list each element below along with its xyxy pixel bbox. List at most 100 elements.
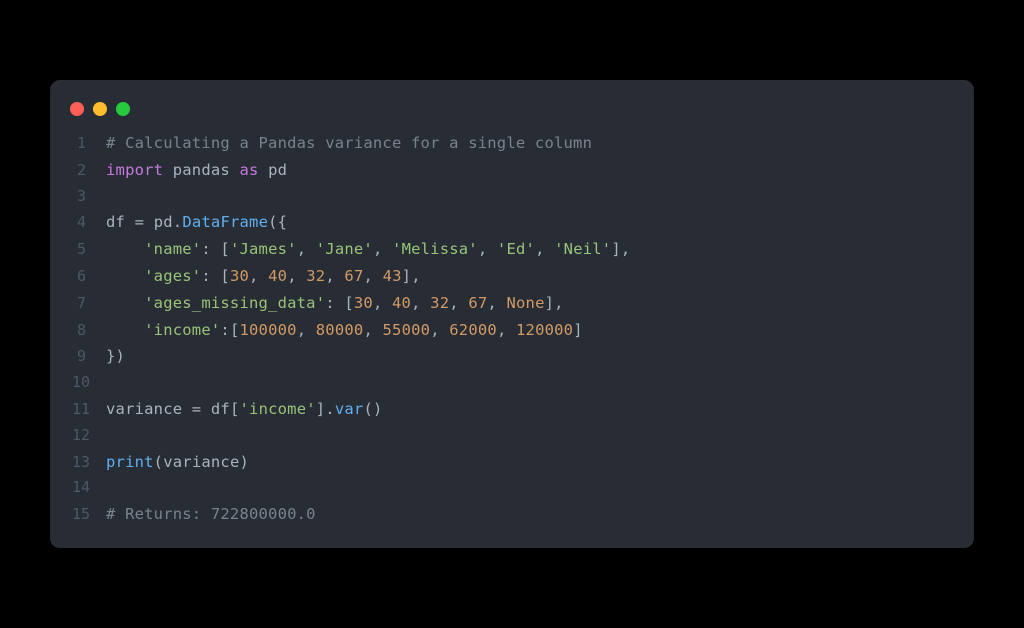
- code-content: df = pd.DataFrame({: [106, 209, 287, 236]
- line-number: 9: [72, 344, 106, 370]
- close-icon[interactable]: [70, 102, 84, 116]
- code-token: =: [192, 400, 211, 418]
- code-content: 'name': ['James', 'Jane', 'Melissa', 'Ed…: [106, 236, 630, 263]
- line-number: 6: [72, 264, 106, 290]
- code-token: :[: [220, 321, 239, 339]
- code-token: 'income': [144, 321, 220, 339]
- line-number: 13: [72, 450, 106, 476]
- code-line: 9}): [72, 343, 952, 370]
- line-number: 12: [72, 423, 106, 449]
- code-content: 'income':[100000, 80000, 55000, 62000, 1…: [106, 317, 583, 344]
- code-token: variance: [163, 453, 239, 471]
- code-token: ],: [402, 267, 421, 285]
- line-number: 1: [72, 131, 106, 157]
- line-number: 15: [72, 502, 106, 528]
- line-number: 5: [72, 237, 106, 263]
- code-token: import: [106, 161, 163, 179]
- code-token: 67: [344, 267, 363, 285]
- code-token: [106, 240, 144, 258]
- code-token: 30: [230, 267, 249, 285]
- code-token: 67: [468, 294, 487, 312]
- code-token: ): [239, 453, 249, 471]
- code-token: [: [230, 400, 240, 418]
- code-token: [106, 294, 144, 312]
- code-token: 'ages': [144, 267, 201, 285]
- code-token: DataFrame: [182, 213, 268, 231]
- code-line: 3: [72, 184, 952, 210]
- code-token: print: [106, 453, 154, 471]
- code-content: 'ages_missing_data': [30, 40, 32, 67, No…: [106, 290, 564, 317]
- code-line: 5 'name': ['James', 'Jane', 'Melissa', '…: [72, 236, 952, 263]
- code-token: : [: [201, 240, 230, 258]
- code-token: ,: [411, 294, 430, 312]
- code-token: =: [135, 213, 154, 231]
- code-token: : [: [325, 294, 354, 312]
- code-content: # Returns: 722800000.0: [106, 501, 316, 528]
- code-token: df: [211, 400, 230, 418]
- code-token: var: [335, 400, 364, 418]
- code-token: [106, 321, 144, 339]
- code-token: ,: [287, 267, 306, 285]
- code-area: 1# Calculating a Pandas variance for a s…: [50, 130, 974, 528]
- code-line: 15# Returns: 722800000.0: [72, 501, 952, 528]
- code-token: 80000: [316, 321, 364, 339]
- code-token: }): [106, 347, 125, 365]
- code-line: 12: [72, 423, 952, 449]
- code-token: 100000: [239, 321, 296, 339]
- code-line: 11variance = df['income'].var(): [72, 396, 952, 423]
- minimize-icon[interactable]: [93, 102, 107, 116]
- code-token: # Calculating a Pandas variance for a si…: [106, 134, 592, 152]
- code-content: import pandas as pd: [106, 157, 287, 184]
- code-token: ,: [430, 321, 449, 339]
- code-token: ,: [373, 294, 392, 312]
- code-token: 40: [268, 267, 287, 285]
- code-token: ],: [545, 294, 564, 312]
- code-token: ({: [268, 213, 287, 231]
- line-number: 8: [72, 318, 106, 344]
- code-content: # Calculating a Pandas variance for a si…: [106, 130, 592, 157]
- code-token: : [: [201, 267, 230, 285]
- code-token: 43: [383, 267, 402, 285]
- line-number: 11: [72, 397, 106, 423]
- code-token: df: [106, 213, 135, 231]
- line-number: 10: [72, 370, 106, 396]
- code-token: ,: [297, 321, 316, 339]
- code-token: (: [154, 453, 164, 471]
- code-line: 13print(variance): [72, 449, 952, 476]
- code-token: as: [239, 161, 258, 179]
- code-line: 10: [72, 370, 952, 396]
- code-token: 40: [392, 294, 411, 312]
- code-token: [106, 267, 144, 285]
- maximize-icon[interactable]: [116, 102, 130, 116]
- code-token: 30: [354, 294, 373, 312]
- code-token: ,: [487, 294, 506, 312]
- code-token: 'income': [240, 400, 316, 418]
- code-token: pd: [154, 213, 173, 231]
- code-token: # Returns: 722800000.0: [106, 505, 316, 523]
- code-token: variance: [106, 400, 192, 418]
- line-number: 2: [72, 158, 106, 184]
- code-line: 4df = pd.DataFrame({: [72, 209, 952, 236]
- code-content: print(variance): [106, 449, 249, 476]
- code-token: 'Jane': [316, 240, 373, 258]
- code-token: ,: [297, 240, 316, 258]
- code-token: ].: [316, 400, 335, 418]
- code-token: 32: [306, 267, 325, 285]
- line-number: 14: [72, 475, 106, 501]
- window-titlebar: [50, 98, 974, 130]
- code-token: 32: [430, 294, 449, 312]
- code-line: 8 'income':[100000, 80000, 55000, 62000,…: [72, 317, 952, 344]
- code-token: ,: [363, 321, 382, 339]
- code-token: 62000: [449, 321, 497, 339]
- code-token: pd: [259, 161, 288, 179]
- code-token: None: [506, 294, 544, 312]
- line-number: 7: [72, 291, 106, 317]
- code-token: 'ages_missing_data': [144, 294, 325, 312]
- code-content: variance = df['income'].var(): [106, 396, 383, 423]
- code-window: 1# Calculating a Pandas variance for a s…: [50, 80, 974, 548]
- code-token: .: [173, 213, 183, 231]
- code-token: ,: [449, 294, 468, 312]
- code-token: ]: [573, 321, 583, 339]
- code-line: 2import pandas as pd: [72, 157, 952, 184]
- code-content: 'ages': [30, 40, 32, 67, 43],: [106, 263, 421, 290]
